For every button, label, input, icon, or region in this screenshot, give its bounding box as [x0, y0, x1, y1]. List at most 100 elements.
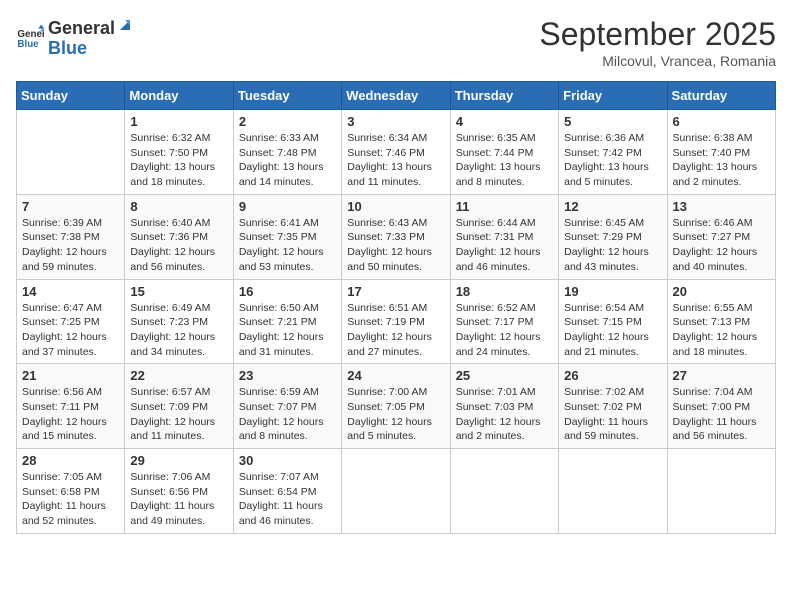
- day-number: 6: [673, 114, 770, 129]
- calendar-day-cell: 19 Sunrise: 6:54 AMSunset: 7:15 PMDayligh…: [559, 279, 667, 364]
- day-info: Sunrise: 7:07 AMSunset: 6:54 PMDaylight:…: [239, 470, 336, 529]
- day-info: Sunrise: 7:00 AMSunset: 7:05 PMDaylight:…: [347, 385, 444, 444]
- day-number: 19: [564, 284, 661, 299]
- calendar-day-cell: 30 Sunrise: 7:07 AMSunset: 6:54 PMDayligh…: [233, 449, 341, 534]
- day-info: Sunrise: 6:41 AMSunset: 7:35 PMDaylight:…: [239, 216, 336, 275]
- day-info: Sunrise: 6:47 AMSunset: 7:25 PMDaylight:…: [22, 301, 119, 360]
- day-info: Sunrise: 6:35 AMSunset: 7:44 PMDaylight:…: [456, 131, 553, 190]
- day-number: 16: [239, 284, 336, 299]
- day-info: Sunrise: 6:57 AMSunset: 7:09 PMDaylight:…: [130, 385, 227, 444]
- calendar-day-cell: 28 Sunrise: 7:05 AMSunset: 6:58 PMDayligh…: [17, 449, 125, 534]
- svg-text:Blue: Blue: [17, 39, 39, 50]
- day-number: 5: [564, 114, 661, 129]
- calendar-day-cell: 21 Sunrise: 6:56 AMSunset: 7:11 PMDayligh…: [17, 364, 125, 449]
- month-title: September 2025: [539, 16, 776, 53]
- calendar-day-cell: 14Sunrise: 6:47 AMSunset: 7:25 PMDayligh…: [17, 279, 125, 364]
- day-info: Sunrise: 7:02 AMSunset: 7:02 PMDaylight:…: [564, 385, 661, 444]
- logo-icon: General Blue: [16, 23, 44, 51]
- calendar-day-cell: 7 Sunrise: 6:39 AMSunset: 7:38 PMDaylight…: [17, 194, 125, 279]
- day-number: 30: [239, 453, 336, 468]
- calendar-day-cell: 5Sunrise: 6:36 AMSunset: 7:42 PMDaylight…: [559, 110, 667, 195]
- day-info: Sunrise: 6:49 AMSunset: 7:23 PMDaylight:…: [130, 301, 227, 360]
- day-info: Sunrise: 6:46 AMSunset: 7:27 PMDaylight:…: [673, 216, 770, 275]
- calendar-day-header: Saturday: [667, 82, 775, 110]
- calendar-table: SundayMondayTuesdayWednesdayThursdayFrid…: [16, 81, 776, 534]
- day-info: Sunrise: 6:45 AMSunset: 7:29 PMDaylight:…: [564, 216, 661, 275]
- day-number: 2: [239, 114, 336, 129]
- day-info: Sunrise: 6:55 AMSunset: 7:13 PMDaylight:…: [673, 301, 770, 360]
- calendar-day-cell: 9Sunrise: 6:41 AMSunset: 7:35 PMDaylight…: [233, 194, 341, 279]
- day-info: Sunrise: 6:38 AMSunset: 7:40 PMDaylight:…: [673, 131, 770, 190]
- day-info: Sunrise: 7:01 AMSunset: 7:03 PMDaylight:…: [456, 385, 553, 444]
- day-info: Sunrise: 6:54 AMSunset: 7:15 PMDaylight:…: [564, 301, 661, 360]
- day-number: 4: [456, 114, 553, 129]
- calendar-header-row: SundayMondayTuesdayWednesdayThursdayFrid…: [17, 82, 776, 110]
- day-number: 22: [130, 368, 227, 383]
- day-number: 27: [673, 368, 770, 383]
- calendar-day-cell: 11Sunrise: 6:44 AMSunset: 7:31 PMDayligh…: [450, 194, 558, 279]
- calendar-day-cell: 25Sunrise: 7:01 AMSunset: 7:03 PMDayligh…: [450, 364, 558, 449]
- day-info: Sunrise: 6:33 AMSunset: 7:48 PMDaylight:…: [239, 131, 336, 190]
- day-info: Sunrise: 7:06 AMSunset: 6:56 PMDaylight:…: [130, 470, 227, 529]
- day-number: 28: [22, 453, 119, 468]
- day-number: 21: [22, 368, 119, 383]
- calendar-week-row: 21 Sunrise: 6:56 AMSunset: 7:11 PMDayligh…: [17, 364, 776, 449]
- calendar-day-cell: [342, 449, 450, 534]
- calendar-day-cell: [559, 449, 667, 534]
- day-number: 12: [564, 199, 661, 214]
- day-number: 26: [564, 368, 661, 383]
- title-area: September 2025 Milcovul, Vrancea, Romani…: [539, 16, 776, 69]
- day-info: Sunrise: 6:52 AMSunset: 7:17 PMDaylight:…: [456, 301, 553, 360]
- calendar-day-cell: 3 Sunrise: 6:34 AMSunset: 7:46 PMDaylight…: [342, 110, 450, 195]
- day-info: Sunrise: 6:39 AMSunset: 7:38 PMDaylight:…: [22, 216, 119, 275]
- logo: General Blue General Blue: [16, 16, 135, 59]
- day-number: 3: [347, 114, 444, 129]
- calendar-day-cell: 6 Sunrise: 6:38 AMSunset: 7:40 PMDaylight…: [667, 110, 775, 195]
- calendar-day-cell: 15 Sunrise: 6:49 AMSunset: 7:23 PMDayligh…: [125, 279, 233, 364]
- calendar-day-cell: 16 Sunrise: 6:50 AMSunset: 7:21 PMDayligh…: [233, 279, 341, 364]
- day-info: Sunrise: 6:51 AMSunset: 7:19 PMDaylight:…: [347, 301, 444, 360]
- calendar-day-cell: 17 Sunrise: 6:51 AMSunset: 7:19 PMDayligh…: [342, 279, 450, 364]
- day-info: Sunrise: 7:05 AMSunset: 6:58 PMDaylight:…: [22, 470, 119, 529]
- day-number: 15: [130, 284, 227, 299]
- calendar-day-cell: 8Sunrise: 6:40 AMSunset: 7:36 PMDaylight…: [125, 194, 233, 279]
- day-info: Sunrise: 6:50 AMSunset: 7:21 PMDaylight:…: [239, 301, 336, 360]
- location-subtitle: Milcovul, Vrancea, Romania: [539, 53, 776, 69]
- calendar-week-row: 1Sunrise: 6:32 AMSunset: 7:50 PMDaylight…: [17, 110, 776, 195]
- calendar-day-header: Monday: [125, 82, 233, 110]
- calendar-day-cell: 20 Sunrise: 6:55 AMSunset: 7:13 PMDayligh…: [667, 279, 775, 364]
- calendar-day-header: Sunday: [17, 82, 125, 110]
- calendar-day-header: Friday: [559, 82, 667, 110]
- day-number: 23: [239, 368, 336, 383]
- day-number: 29: [130, 453, 227, 468]
- day-info: Sunrise: 7:04 AMSunset: 7:00 PMDaylight:…: [673, 385, 770, 444]
- day-number: 20: [673, 284, 770, 299]
- day-info: Sunrise: 6:40 AMSunset: 7:36 PMDaylight:…: [130, 216, 227, 275]
- calendar-day-cell: 12 Sunrise: 6:45 AMSunset: 7:29 PMDayligh…: [559, 194, 667, 279]
- calendar-day-cell: 27 Sunrise: 7:04 AMSunset: 7:00 PMDayligh…: [667, 364, 775, 449]
- calendar-day-cell: 10Sunrise: 6:43 AMSunset: 7:33 PMDayligh…: [342, 194, 450, 279]
- day-number: 18: [456, 284, 553, 299]
- calendar-day-header: Wednesday: [342, 82, 450, 110]
- calendar-week-row: 28 Sunrise: 7:05 AMSunset: 6:58 PMDayligh…: [17, 449, 776, 534]
- calendar-day-cell: 23 Sunrise: 6:59 AMSunset: 7:07 PMDayligh…: [233, 364, 341, 449]
- day-info: Sunrise: 6:43 AMSunset: 7:33 PMDaylight:…: [347, 216, 444, 275]
- calendar-day-cell: [450, 449, 558, 534]
- day-info: Sunrise: 6:59 AMSunset: 7:07 PMDaylight:…: [239, 385, 336, 444]
- calendar-day-header: Tuesday: [233, 82, 341, 110]
- day-number: 13: [673, 199, 770, 214]
- calendar-week-row: 14Sunrise: 6:47 AMSunset: 7:25 PMDayligh…: [17, 279, 776, 364]
- calendar-day-cell: 13 Sunrise: 6:46 AMSunset: 7:27 PMDayligh…: [667, 194, 775, 279]
- day-number: 1: [130, 114, 227, 129]
- calendar-day-cell: 22 Sunrise: 6:57 AMSunset: 7:09 PMDayligh…: [125, 364, 233, 449]
- calendar-day-cell: [17, 110, 125, 195]
- day-number: 17: [347, 284, 444, 299]
- day-number: 11: [456, 199, 553, 214]
- logo-text-block: General Blue: [48, 16, 135, 59]
- day-number: 7: [22, 199, 119, 214]
- day-info: Sunrise: 6:56 AMSunset: 7:11 PMDaylight:…: [22, 385, 119, 444]
- calendar-day-cell: 1Sunrise: 6:32 AMSunset: 7:50 PMDaylight…: [125, 110, 233, 195]
- day-info: Sunrise: 6:34 AMSunset: 7:46 PMDaylight:…: [347, 131, 444, 190]
- page-header: General Blue General Blue September 2025…: [16, 16, 776, 69]
- calendar-week-row: 7 Sunrise: 6:39 AMSunset: 7:38 PMDaylight…: [17, 194, 776, 279]
